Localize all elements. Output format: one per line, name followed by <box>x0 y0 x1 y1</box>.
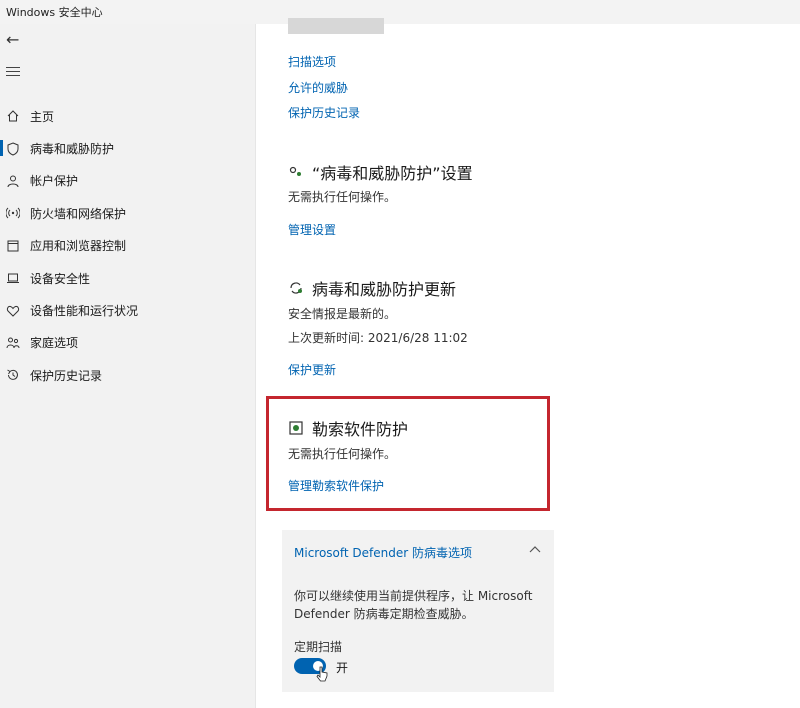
title-bar: Windows 安全中心 <box>0 0 800 24</box>
protection-history-link[interactable]: 保护历史记录 <box>288 104 360 121</box>
history-icon <box>6 368 20 382</box>
window-title: Windows 安全中心 <box>6 6 103 19</box>
update-sync-icon <box>288 280 304 296</box>
sidebar-item-label: 病毒和威胁防护 <box>30 142 115 157</box>
laptop-icon <box>6 271 20 285</box>
sidebar-item-family-options[interactable]: 家庭选项 <box>0 327 256 359</box>
defender-panel-description: 你可以继续使用当前提供程序，让 Microsoft Defender 防病毒定期… <box>294 589 533 621</box>
sidebar-item-account-protection[interactable]: 帐户保护 <box>0 165 256 197</box>
main-content: 扫描选项 允许的威胁 保护历史记录 “病毒和威胁防护”设置 无需执行任何操作。 … <box>256 18 800 708</box>
sidebar-item-label: 保护历史记录 <box>30 368 103 383</box>
sidebar-item-firewall[interactable]: 防火墙和网络保护 <box>0 197 256 229</box>
sidebar-item-label: 应用和浏览器控制 <box>30 239 127 254</box>
manage-ransomware-link[interactable]: 管理勒索软件保护 <box>288 477 384 494</box>
ransomware-icon <box>288 420 304 436</box>
sidebar-item-device-performance[interactable]: 设备性能和运行状况 <box>0 294 256 326</box>
ransomware-section-title: 勒索软件防护 <box>312 420 409 439</box>
sidebar-item-label: 主页 <box>30 109 55 124</box>
manage-settings-link[interactable]: 管理设置 <box>288 221 336 238</box>
sidebar-item-device-security[interactable]: 设备安全性 <box>0 262 256 294</box>
family-icon <box>6 336 20 350</box>
app-window-icon <box>6 239 20 253</box>
quick-scan-button[interactable] <box>288 18 384 34</box>
heart-icon <box>6 304 20 318</box>
defender-panel-title[interactable]: Microsoft Defender 防病毒选项 <box>294 544 472 561</box>
ransomware-section-heading: 勒索软件防护 <box>288 416 408 440</box>
sidebar-item-label: 帐户保护 <box>30 174 79 189</box>
scan-options-link[interactable]: 扫描选项 <box>288 53 336 70</box>
shield-icon <box>6 142 20 156</box>
updates-status: 安全情报是最新的。 <box>288 307 397 321</box>
allowed-threats-link[interactable]: 允许的威胁 <box>288 79 348 96</box>
sidebar: ← 主页 病毒和威胁防护 帐户保护 防火墙和网络保护 应用和浏览器控制 设备安全… <box>0 24 256 708</box>
chevron-up-icon[interactable] <box>528 542 542 556</box>
sidebar-item-label: 防火墙和网络保护 <box>30 206 127 221</box>
sidebar-nav: 主页 病毒和威胁防护 帐户保护 防火墙和网络保护 应用和浏览器控制 设备安全性 … <box>0 100 256 392</box>
updates-section-title: 病毒和威胁防护更新 <box>312 280 457 299</box>
home-icon <box>6 109 20 123</box>
toggle-state-label: 开 <box>336 661 349 675</box>
person-icon <box>6 174 20 188</box>
sidebar-item-virus-protection[interactable]: 病毒和威胁防护 <box>0 132 256 164</box>
defender-options-panel: Microsoft Defender 防病毒选项 你可以继续使用当前提供程序，让… <box>282 530 554 692</box>
settings-status: 无需执行任何操作。 <box>288 190 397 204</box>
back-arrow-icon[interactable]: ← <box>6 32 22 48</box>
sidebar-item-app-browser[interactable]: 应用和浏览器控制 <box>0 230 256 262</box>
ransomware-status: 无需执行任何操作。 <box>288 447 397 461</box>
settings-section-title: “病毒和威胁防护”设置 <box>312 164 473 183</box>
sidebar-item-home[interactable]: 主页 <box>0 100 256 132</box>
hamburger-menu-icon[interactable] <box>6 64 20 78</box>
last-update-time: 上次更新时间: 2021/6/28 11:02 <box>288 331 468 345</box>
wifi-icon <box>6 206 20 220</box>
settings-gear-icon <box>288 164 304 180</box>
mouse-pointer-icon <box>315 666 329 684</box>
sidebar-item-protection-history[interactable]: 保护历史记录 <box>0 359 256 391</box>
sidebar-item-label: 家庭选项 <box>30 336 79 351</box>
protection-updates-link[interactable]: 保护更新 <box>288 361 336 378</box>
settings-section-heading: “病毒和威胁防护”设置 <box>288 160 473 184</box>
updates-section-heading: 病毒和威胁防护更新 <box>288 276 456 300</box>
periodic-scan-label: 定期扫描 <box>294 640 343 654</box>
sidebar-item-label: 设备安全性 <box>30 271 91 286</box>
sidebar-item-label: 设备性能和运行状况 <box>30 304 139 319</box>
